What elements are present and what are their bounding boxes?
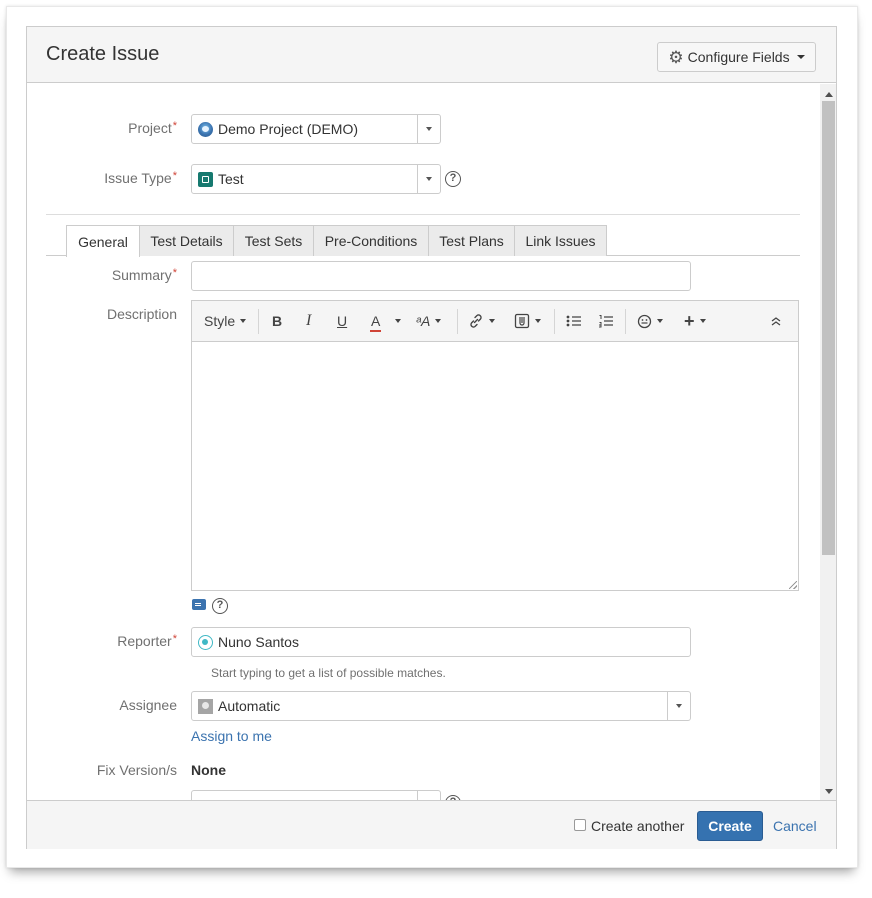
dialog-footer: Create another Create Cancel — [27, 800, 836, 849]
toolbar-separator — [457, 309, 458, 334]
chevron-down-icon — [395, 319, 401, 323]
tab-bar: General Test Details Test Sets Pre-Condi… — [46, 225, 800, 257]
summary-input[interactable] — [191, 261, 691, 291]
toolbar-separator — [258, 309, 259, 334]
bold-button[interactable]: B — [272, 312, 282, 330]
chevron-down-icon — [699, 319, 706, 323]
fix-versions-label: Fix Version/s — [96, 762, 177, 778]
tab-pre-conditions[interactable]: Pre-Conditions — [313, 225, 429, 256]
summary-label: Summary* — [111, 267, 177, 283]
issue-type-dropdown-button[interactable] — [417, 165, 440, 193]
assign-to-me-link[interactable]: Assign to me — [191, 728, 272, 744]
tab-test-sets[interactable]: Test Sets — [233, 225, 314, 256]
priority-select[interactable] — [191, 790, 441, 800]
chevron-down-icon — [435, 319, 442, 323]
italic-button[interactable]: I — [306, 312, 311, 330]
create-button[interactable]: Create — [697, 811, 763, 841]
description-editor: Style B I U A ᵃA + — [191, 300, 799, 591]
scrollbar-thumb[interactable] — [822, 101, 835, 555]
create-another-checkbox[interactable] — [574, 819, 586, 831]
assignee-select[interactable]: Automatic — [191, 691, 691, 721]
help-icon[interactable]: ? — [445, 171, 461, 187]
gear-icon: ⚙ — [668, 47, 684, 67]
link-icon — [470, 314, 482, 328]
chevron-down-icon — [240, 319, 247, 323]
project-avatar-icon — [198, 121, 213, 137]
dialog-header: Create Issue ⚙ Configure Fields — [27, 27, 836, 83]
issue-type-value: Test — [218, 171, 244, 187]
emoticon-button[interactable] — [637, 312, 663, 330]
editor-toolbar: Style B I U A ᵃA + — [192, 301, 798, 342]
tab-test-plans[interactable]: Test Plans — [428, 225, 515, 256]
plus-icon: + — [684, 310, 695, 331]
configure-fields-button[interactable]: ⚙ Configure Fields — [657, 42, 816, 72]
cancel-link[interactable]: Cancel — [773, 818, 817, 834]
project-label: Project* — [128, 120, 177, 136]
help-icon[interactable]: ? — [212, 598, 228, 614]
reporter-hint: Start typing to get a list of possible m… — [211, 666, 446, 680]
assignee-label: Assignee — [119, 697, 177, 713]
create-another-label[interactable]: Create another — [591, 818, 684, 834]
link-button[interactable] — [468, 312, 495, 330]
configure-fields-label: Configure Fields — [687, 49, 790, 65]
priority-dropdown-button[interactable] — [417, 791, 440, 800]
collapse-toolbar-button[interactable] — [770, 312, 782, 330]
chevron-down-icon — [489, 319, 495, 323]
text-color-dropdown[interactable] — [390, 312, 401, 330]
issue-type-label: Issue Type* — [104, 170, 177, 186]
assignee-value: Automatic — [218, 698, 281, 714]
chevron-down-icon — [657, 319, 663, 323]
project-select[interactable]: Demo Project (DEMO) — [191, 114, 441, 144]
dialog-content: Project* Demo Project (DEMO) Issue Type*… — [27, 84, 820, 800]
issue-type-select[interactable]: Test — [191, 164, 441, 194]
attachment-button[interactable] — [514, 312, 541, 330]
attachment-icon — [514, 313, 530, 329]
chevron-down-icon — [676, 704, 682, 708]
tab-link-issues[interactable]: Link Issues — [514, 225, 607, 256]
assignee-dropdown-button[interactable] — [667, 692, 690, 720]
chevron-down-icon — [426, 177, 432, 181]
test-issue-type-icon — [198, 171, 213, 187]
text-mode-icon[interactable] — [192, 599, 206, 610]
style-dropdown[interactable]: Style — [204, 312, 247, 330]
dialog-title: Create Issue — [46, 43, 160, 65]
chevron-down-icon — [796, 55, 805, 59]
vertical-scrollbar[interactable] — [820, 84, 836, 800]
insert-more-button[interactable]: + — [684, 310, 706, 331]
numbered-list-button[interactable] — [598, 312, 614, 330]
tab-test-details[interactable]: Test Details — [139, 225, 234, 256]
toolbar-separator — [625, 309, 626, 334]
toolbar-separator — [554, 309, 555, 334]
divider — [46, 214, 800, 215]
scroll-down-arrow-icon[interactable] — [825, 789, 833, 794]
description-label: Description — [106, 306, 177, 322]
project-dropdown-button[interactable] — [417, 115, 440, 143]
reporter-label: Reporter* — [117, 633, 177, 649]
numbered-list-icon — [599, 315, 613, 328]
reporter-input[interactable]: Nuno Santos — [191, 627, 691, 657]
scroll-up-arrow-icon[interactable] — [825, 92, 833, 97]
text-effects-button[interactable]: ᵃA — [416, 312, 442, 330]
bullet-list-icon — [566, 315, 581, 327]
project-value: Demo Project (DEMO) — [218, 121, 359, 137]
chevron-down-icon — [535, 319, 541, 323]
underline-button[interactable]: U — [337, 312, 347, 330]
emoticon-icon — [637, 314, 652, 328]
bullet-list-button[interactable] — [566, 312, 582, 330]
text-color-button[interactable]: A — [370, 312, 382, 332]
tab-general[interactable]: General — [66, 225, 140, 257]
resize-handle[interactable] — [789, 581, 797, 589]
automatic-avatar-icon — [198, 698, 213, 714]
fix-versions-value: None — [191, 762, 226, 778]
description-textarea[interactable] — [192, 342, 798, 590]
user-avatar-icon — [198, 634, 213, 650]
double-chevron-up-icon — [771, 317, 781, 326]
create-issue-dialog: Create Issue ⚙ Configure Fields Project*… — [26, 26, 837, 849]
reporter-value: Nuno Santos — [218, 634, 299, 650]
chevron-down-icon — [426, 127, 432, 131]
